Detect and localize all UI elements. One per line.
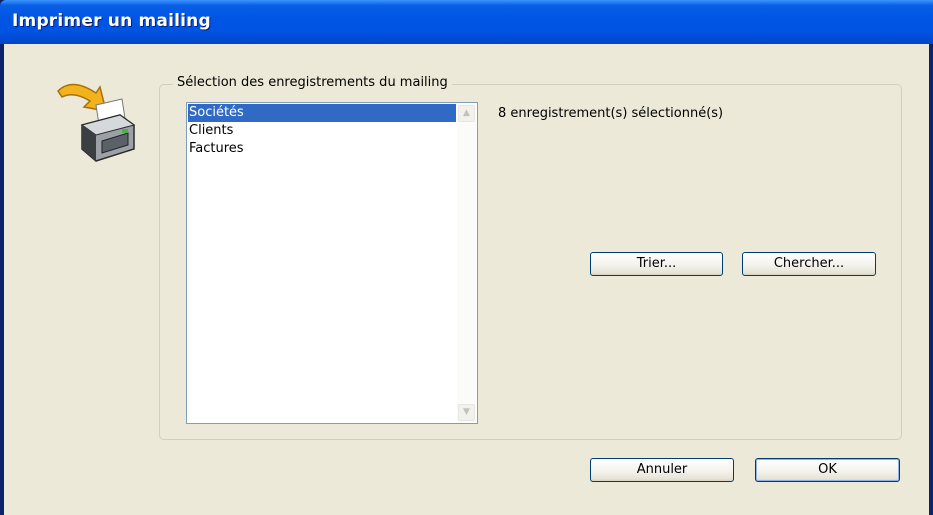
search-button[interactable]: Chercher... bbox=[742, 252, 876, 276]
list-item[interactable]: Sociétés bbox=[188, 104, 456, 122]
cancel-button[interactable]: Annuler bbox=[590, 458, 734, 482]
dialog-body: Sélection des enregistrements du mailing… bbox=[4, 44, 929, 515]
ok-button[interactable]: OK bbox=[755, 458, 900, 482]
list-item[interactable]: Factures bbox=[188, 140, 456, 158]
sort-button[interactable]: Trier... bbox=[590, 252, 723, 276]
selected-count-text: 8 enregistrement(s) sélectionné(s) bbox=[498, 106, 724, 121]
group-legend: Sélection des enregistrements du mailing bbox=[173, 75, 452, 91]
title-bar[interactable]: Imprimer un mailing bbox=[0, 0, 933, 44]
scroll-down-icon[interactable]: ▼ bbox=[458, 404, 475, 421]
window-title: Imprimer un mailing bbox=[12, 11, 211, 31]
list-item[interactable]: Clients bbox=[188, 122, 456, 140]
printer-icon bbox=[57, 83, 136, 162]
vertical-scrollbar[interactable]: ▲ ▼ bbox=[457, 104, 476, 422]
print-mailing-dialog: Imprimer un mailing Sélection des enregi… bbox=[0, 0, 933, 515]
records-listbox[interactable]: Sociétés Clients Factures ▲ ▼ bbox=[186, 102, 478, 424]
scroll-up-icon[interactable]: ▲ bbox=[458, 105, 475, 122]
